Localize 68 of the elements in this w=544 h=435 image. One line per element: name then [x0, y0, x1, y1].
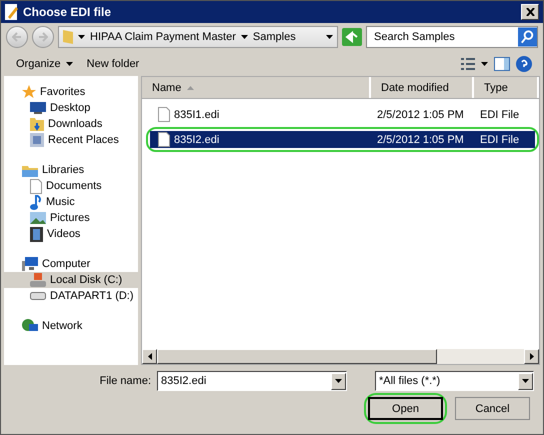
arrow-right-icon: [38, 32, 48, 42]
caret-icon: [335, 379, 342, 383]
new-folder-button[interactable]: New folder: [82, 56, 144, 72]
folder-icon: [22, 164, 38, 176]
document-icon: [158, 132, 170, 147]
sort-arrow-icon: [187, 86, 194, 90]
caret-icon: [326, 35, 333, 39]
monitor-icon: [30, 102, 46, 114]
help-icon[interactable]: [516, 56, 532, 72]
file-name-label: File name:: [100, 375, 151, 387]
dialog-button[interactable]: Open: [368, 397, 443, 420]
caret-icon: [522, 379, 529, 383]
sidebar-group[interactable]: Network: [4, 318, 138, 334]
dialog-button[interactable]: Cancel: [455, 397, 530, 420]
pencil-icon: [5, 4, 19, 20]
caret-icon: [66, 62, 73, 66]
scroll-right-icon[interactable]: [530, 353, 534, 360]
breadcrumb-item[interactable]: HIPAA Claim Payment Master: [90, 31, 236, 43]
file-name-field[interactable]: 835I2.edi: [157, 371, 347, 391]
sidebar-group[interactable]: Libraries: [4, 162, 138, 178]
music-note-icon: [30, 194, 42, 210]
address-bar[interactable]: HIPAA Claim Payment Master Samples: [58, 26, 338, 48]
file-type-dropdown[interactable]: *All files (*.*): [375, 371, 534, 391]
caret-icon: [240, 35, 248, 39]
sidebar-item[interactable]: Documents: [4, 178, 138, 194]
column-header[interactable]: Type: [474, 77, 539, 98]
close-button[interactable]: [521, 4, 539, 20]
sidebar-item[interactable]: Music: [4, 194, 138, 210]
computer-icon: [22, 257, 38, 271]
document-icon: [158, 107, 170, 122]
scroll-left-icon[interactable]: [148, 353, 152, 360]
close-icon: [526, 8, 534, 16]
breadcrumb-item[interactable]: Samples: [252, 31, 296, 43]
star-icon: [22, 85, 36, 99]
picture-icon: [30, 212, 46, 224]
file-row[interactable]: 835I2.edi 2/5/2012 1:05 PM EDI File: [150, 131, 535, 148]
search-box[interactable]: Search Samples: [366, 26, 538, 48]
sidebar-item[interactable]: Videos: [4, 226, 138, 242]
file-row[interactable]: 835I1.edi 2/5/2012 1:05 PM EDI File: [150, 106, 535, 123]
refresh-icon[interactable]: [342, 28, 362, 46]
sidebar-group[interactable]: Computer: [4, 256, 138, 272]
document-icon: [30, 178, 42, 194]
window-title: Choose EDI file: [23, 5, 112, 19]
preview-pane-icon[interactable]: [494, 56, 510, 70]
folder-icon: [63, 30, 73, 44]
sidebar-item[interactable]: Pictures: [4, 210, 138, 226]
column-header[interactable]: Date modified: [371, 77, 474, 98]
sidebar-group[interactable]: Favorites: [4, 84, 138, 100]
horizontal-scrollbar[interactable]: [142, 349, 539, 364]
disk-drive-icon: [30, 292, 46, 300]
recent-places-icon: [30, 133, 44, 147]
disk-drive-icon: [30, 273, 46, 287]
network-icon: [22, 319, 38, 333]
organize-button[interactable]: Organize: [12, 56, 77, 72]
sidebar-item[interactable]: Downloads: [4, 116, 138, 132]
view-list-icon[interactable]: [461, 58, 475, 70]
folder-icon: [30, 117, 44, 131]
caret-icon: [78, 35, 85, 39]
caret-icon: [481, 62, 488, 66]
film-icon: [30, 226, 43, 242]
sidebar-item[interactable]: DATAPART1 (D:): [4, 288, 138, 304]
arrow-left-icon: [12, 32, 22, 42]
sidebar-item[interactable]: Local Disk (C:): [4, 272, 138, 288]
search-field[interactable]: Search Samples: [372, 30, 518, 44]
sidebar-item[interactable]: Desktop: [4, 100, 138, 116]
column-header[interactable]: Name: [142, 77, 371, 98]
search-icon[interactable]: [518, 27, 537, 47]
sidebar-item[interactable]: Recent Places: [4, 132, 138, 148]
